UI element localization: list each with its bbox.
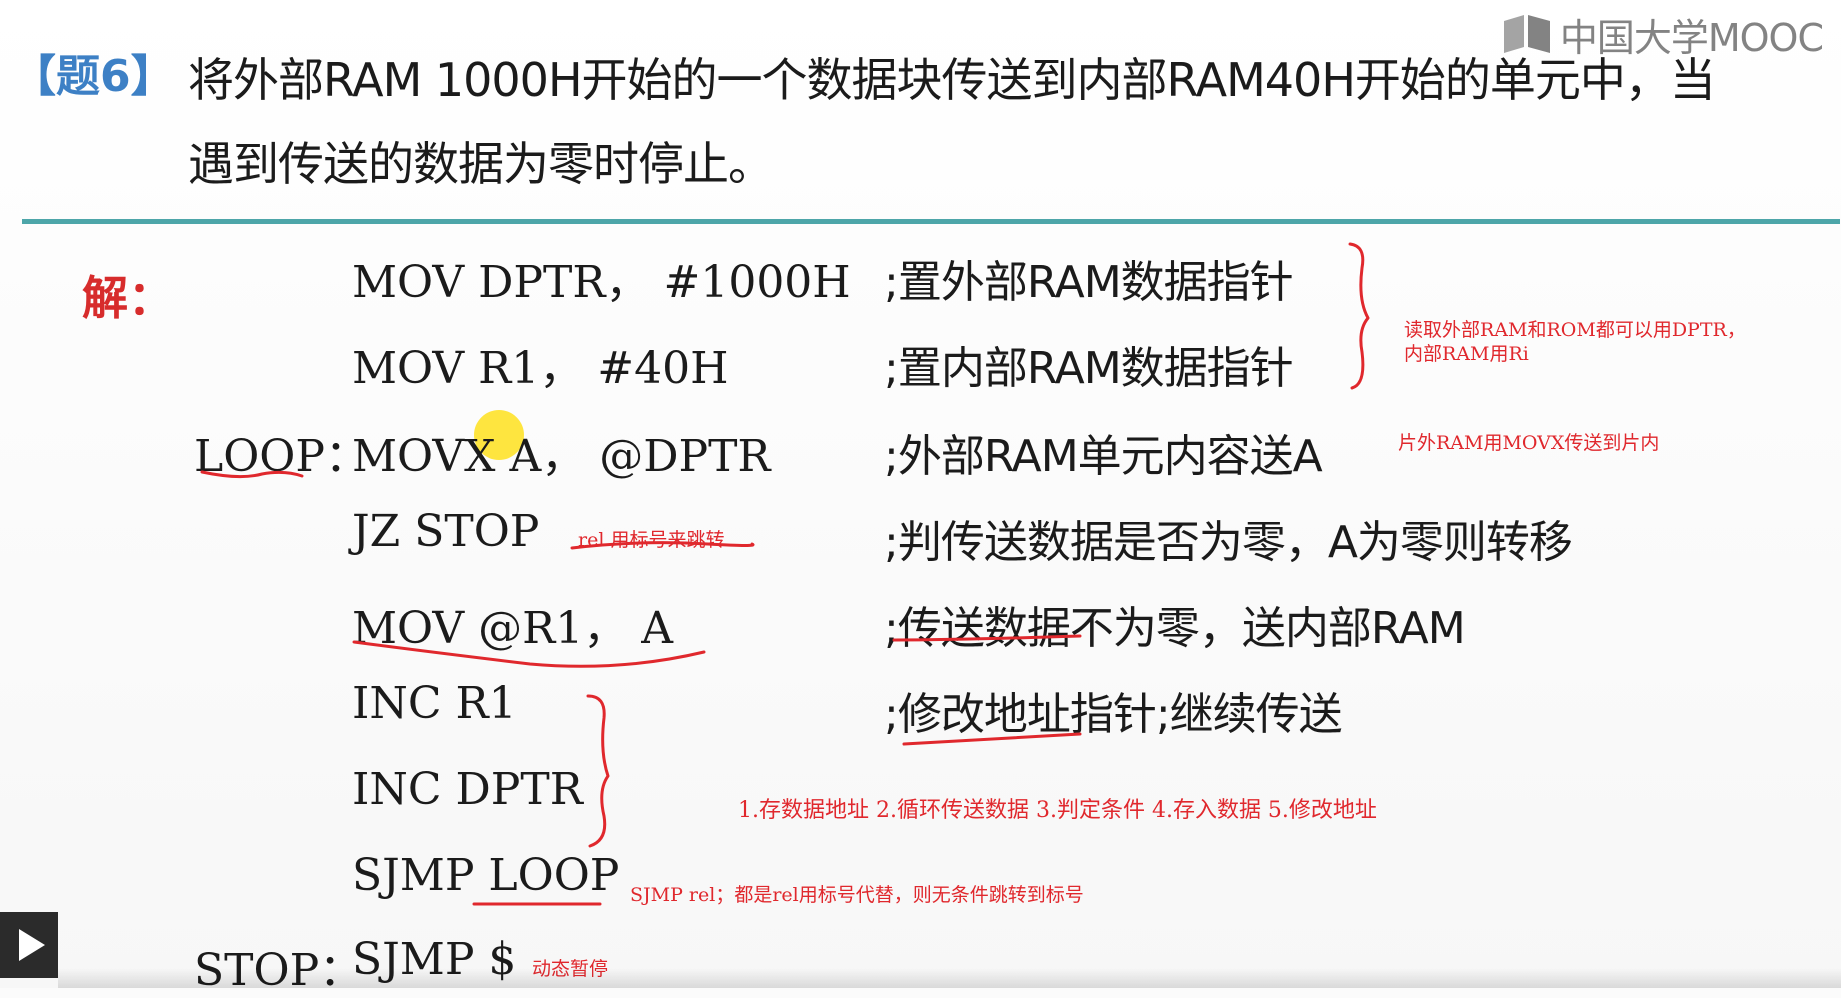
annotation-dptr-ri: 读取外部RAM和ROM都可以用DPTR， 内部RAM用Ri xyxy=(1404,318,1746,366)
code-instruction: INC R1 xyxy=(352,678,517,729)
code-comment: ;传送数据不为零，送内部RAM xyxy=(884,603,1466,654)
code-comment: ;置外部RAM数据指针 xyxy=(884,257,1294,308)
brace-pointer-strokes xyxy=(1348,242,1370,390)
code-instruction: SJMP LOOP xyxy=(352,850,620,901)
answer-label: 解： xyxy=(82,271,174,325)
code-instruction: MOV @R1， A xyxy=(352,603,673,654)
play-button[interactable] xyxy=(0,912,58,978)
question-text-line-2: 遇到传送的数据为零时停止。 xyxy=(188,137,774,191)
section-divider xyxy=(22,219,1840,224)
annotation-sjmp: SJMP rel；都是rel用标号代替，则无条件跳转到标号 xyxy=(630,884,1084,906)
code-instruction: JZ STOP xyxy=(352,506,540,557)
code-label-stop: STOP： xyxy=(194,934,363,998)
brace-inc-strokes xyxy=(586,694,610,848)
code-instruction: INC DPTR xyxy=(352,764,583,815)
annotation-movx: 片外RAM用MOVX传送到片内 xyxy=(1398,432,1660,454)
play-icon xyxy=(19,929,45,961)
annotation-dptr-line-1: 读取外部RAM和ROM都可以用DPTR， xyxy=(1404,319,1746,341)
code-label-loop: LOOP： xyxy=(194,431,369,482)
code-comment: ;置内部RAM数据指针 xyxy=(884,343,1294,394)
annotation-steps: 1.存数据地址 2.循环传送数据 3.判定条件 4.存入数据 5.修改地址 xyxy=(738,798,1377,823)
annotation-dptr-line-2: 内部RAM用Ri xyxy=(1404,343,1529,365)
code-instruction: MOV DPTR， #1000H xyxy=(352,257,851,308)
player-bottom-shade xyxy=(58,968,1841,988)
question-tag: 【题6】 xyxy=(12,51,175,102)
code-comment: ;修改地址指针;继续传送 xyxy=(884,689,1343,740)
question-text-line-1: 将外部RAM 1000H开始的一个数据块传送到内部RAM40H开始的单元中，当 xyxy=(188,53,1716,107)
code-instruction: MOVX A， @DPTR xyxy=(352,431,771,482)
annotation-rel: rel 用标号来跳转 xyxy=(578,529,725,551)
lecture-slide: 中国大学MOOC 【题6】 将外部RAM 1000H开始的一个数据块传送到内部R… xyxy=(0,0,1841,996)
code-comment: ;外部RAM单元内容送A xyxy=(884,431,1323,482)
code-instruction: MOV R1， #40H xyxy=(352,343,729,394)
code-comment: ;判传送数据是否为零，A为零则转移 xyxy=(884,517,1573,568)
